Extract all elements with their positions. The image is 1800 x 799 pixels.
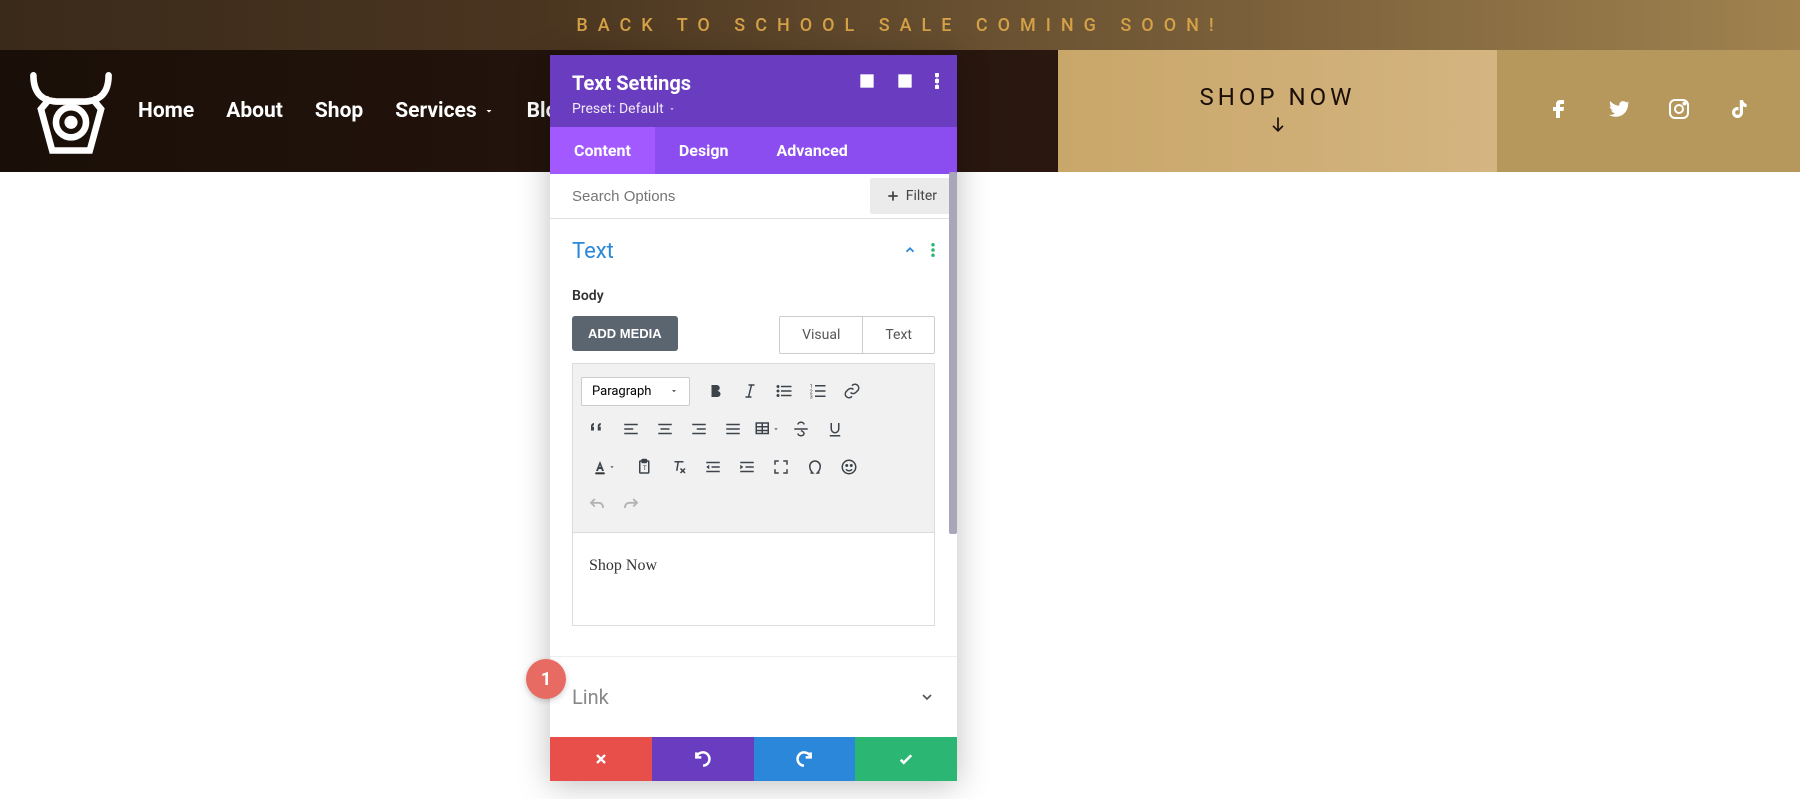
emoji-button[interactable] — [833, 452, 865, 482]
header-cta[interactable]: SHOP NOW — [1058, 50, 1497, 172]
collapse-icon[interactable] — [903, 242, 917, 261]
clear-format-button[interactable] — [663, 452, 695, 482]
filter-button[interactable]: Filter — [870, 178, 953, 214]
number-list-button[interactable]: 123 — [802, 376, 834, 406]
svg-text:3: 3 — [810, 395, 813, 401]
fullscreen-button[interactable] — [765, 452, 797, 482]
bullet-list-button[interactable] — [768, 376, 800, 406]
italic-button[interactable] — [734, 376, 766, 406]
redo-icon — [794, 749, 814, 769]
tiktok-icon[interactable] — [1727, 97, 1751, 125]
tab-content[interactable]: Content — [550, 127, 655, 174]
callout-marker-1: 1 — [526, 659, 566, 699]
arrow-down-icon — [1268, 111, 1288, 139]
search-filter-row: Filter — [550, 174, 957, 219]
indent-button[interactable] — [731, 452, 763, 482]
align-right-button[interactable] — [683, 414, 715, 444]
editor-content-area[interactable]: Shop Now — [572, 533, 935, 626]
nav-about[interactable]: About — [226, 99, 283, 123]
settings-tabs: Content Design Advanced — [550, 127, 957, 174]
modal-header: Text Settings Preset: Default — [550, 55, 957, 127]
page-canvas: 1 Text Settings Preset: Default Content … — [0, 172, 1800, 799]
snap-icon[interactable] — [897, 73, 913, 93]
site-logo[interactable] — [16, 64, 126, 158]
nav-services[interactable]: Services — [395, 99, 494, 123]
editor-tab-visual[interactable]: Visual — [780, 317, 862, 353]
editor-tab-text[interactable]: Text — [862, 317, 934, 353]
editor-mode-tabs: Visual Text — [779, 316, 935, 354]
outdent-button[interactable] — [697, 452, 729, 482]
strikethrough-button[interactable] — [785, 414, 817, 444]
chevron-down-icon — [483, 105, 495, 117]
modal-scrollbar[interactable] — [949, 172, 957, 534]
quote-button[interactable] — [581, 414, 613, 444]
undo-icon — [693, 749, 713, 769]
underline-button[interactable] — [819, 414, 851, 444]
body-label: Body — [572, 288, 935, 304]
bold-button[interactable] — [700, 376, 732, 406]
align-center-button[interactable] — [649, 414, 681, 444]
text-section: Text Body ADD MEDIA Visual Text Paragrap… — [550, 219, 957, 626]
special-char-button[interactable] — [799, 452, 831, 482]
header-cta-text: SHOP NOW — [1200, 83, 1356, 111]
text-settings-modal: Text Settings Preset: Default Content De… — [550, 55, 957, 781]
twitter-icon[interactable] — [1607, 97, 1631, 125]
section-more-icon[interactable] — [931, 242, 935, 261]
justify-button[interactable] — [717, 414, 749, 444]
preset-selector[interactable]: Preset: Default — [572, 101, 935, 117]
tab-advanced[interactable]: Advanced — [753, 127, 872, 174]
announcement-bar: BACK TO SCHOOL SALE COMING SOON! — [0, 0, 1800, 50]
plus-icon — [886, 189, 900, 203]
confirm-button[interactable] — [855, 737, 957, 781]
paste-text-button[interactable]: T — [629, 452, 661, 482]
text-color-button[interactable] — [581, 452, 627, 482]
instagram-icon[interactable] — [1667, 97, 1691, 125]
align-left-button[interactable] — [615, 414, 647, 444]
svg-text:T: T — [643, 464, 647, 472]
link-button[interactable] — [836, 376, 868, 406]
social-icons — [1497, 50, 1800, 172]
facebook-icon[interactable] — [1547, 97, 1571, 125]
table-button[interactable] — [751, 414, 783, 444]
add-media-button[interactable]: ADD MEDIA — [572, 316, 678, 351]
chevron-down-icon — [919, 689, 935, 705]
cancel-button[interactable] — [550, 737, 652, 781]
caret-down-icon — [669, 386, 679, 396]
expand-icon[interactable] — [859, 73, 875, 93]
link-section[interactable]: Link — [550, 656, 957, 737]
modal-footer — [550, 737, 957, 781]
undo-action-button[interactable] — [652, 737, 754, 781]
redo-action-button[interactable] — [754, 737, 856, 781]
close-icon — [593, 751, 609, 767]
undo-button[interactable] — [581, 490, 613, 520]
redo-button[interactable] — [615, 490, 647, 520]
format-dropdown[interactable]: Paragraph — [581, 377, 690, 406]
tab-design[interactable]: Design — [655, 127, 753, 174]
more-icon[interactable] — [935, 73, 939, 93]
nav-home[interactable]: Home — [138, 99, 194, 123]
nav-shop[interactable]: Shop — [315, 99, 363, 123]
caret-down-icon — [668, 105, 676, 113]
search-options-input[interactable] — [550, 176, 866, 217]
section-title-link: Link — [572, 685, 609, 709]
section-title-text[interactable]: Text — [572, 239, 614, 264]
editor-toolbar: Paragraph 123 — [572, 363, 935, 533]
check-icon — [897, 750, 915, 768]
announcement-text: BACK TO SCHOOL SALE COMING SOON! — [576, 15, 1223, 36]
